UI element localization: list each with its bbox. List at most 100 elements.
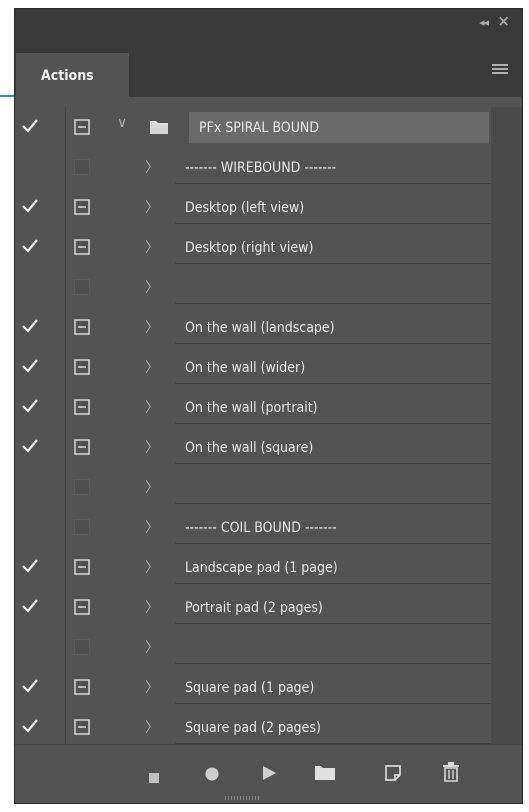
- action-name[interactable]: Landscape pad (1 page): [175, 552, 493, 584]
- tab-actions-label: Actions: [41, 68, 94, 84]
- checkmark-icon[interactable]: [21, 198, 43, 216]
- chevron-right-icon[interactable]: 〉: [145, 277, 159, 297]
- dialog-toggle-empty-box[interactable]: [74, 518, 90, 536]
- checkmark-empty-slot[interactable]: [21, 638, 43, 656]
- dialog-toggle-empty-box[interactable]: [74, 478, 90, 496]
- checkmark-icon[interactable]: [21, 598, 43, 616]
- new-set-folder-icon[interactable]: [314, 765, 336, 785]
- close-icon[interactable]: ×: [497, 12, 510, 30]
- actions-panel: ◂◂ × Actions ∨ PFx SPIRAL BOUND 〉 -------…: [14, 8, 523, 804]
- checkmark-icon[interactable]: [21, 118, 43, 136]
- stop-icon[interactable]: [149, 768, 159, 787]
- action-row[interactable]: 〉: [15, 627, 493, 667]
- checkmark-icon[interactable]: [21, 318, 43, 336]
- action-row[interactable]: 〉: [15, 467, 493, 507]
- dialog-toggle-icon[interactable]: [74, 438, 90, 456]
- action-name[interactable]: Desktop (right view): [175, 232, 493, 264]
- action-name[interactable]: [175, 632, 493, 664]
- dialog-toggle-icon[interactable]: [74, 238, 90, 256]
- column-divider: [65, 427, 66, 467]
- checkmark-empty-slot[interactable]: [21, 518, 43, 536]
- action-name[interactable]: On the wall (square): [175, 432, 493, 464]
- action-row[interactable]: 〉: [15, 267, 493, 307]
- dialog-toggle-icon[interactable]: [74, 358, 90, 376]
- action-row[interactable]: 〉 Square pad (2 pages): [15, 707, 493, 747]
- checkmark-empty-slot[interactable]: [21, 478, 43, 496]
- action-row[interactable]: 〉 Square pad (1 page): [15, 667, 493, 707]
- chevron-right-icon[interactable]: 〉: [145, 237, 159, 257]
- action-name[interactable]: ------- WIREBOUND -------: [175, 152, 493, 184]
- dialog-toggle-icon[interactable]: [74, 118, 90, 136]
- action-row[interactable]: 〉 ------- WIREBOUND -------: [15, 147, 493, 187]
- checkmark-icon[interactable]: [21, 718, 43, 736]
- action-name[interactable]: On the wall (portrait): [175, 392, 493, 424]
- chevron-right-icon[interactable]: 〉: [145, 437, 159, 457]
- action-name[interactable]: Square pad (2 pages): [175, 712, 493, 744]
- chevron-right-icon[interactable]: 〉: [145, 677, 159, 697]
- checkmark-empty-slot[interactable]: [21, 158, 43, 176]
- action-row[interactable]: 〉 Desktop (left view): [15, 187, 493, 227]
- dialog-toggle-empty-box[interactable]: [74, 278, 90, 296]
- action-name[interactable]: [175, 272, 493, 304]
- action-row[interactable]: 〉 On the wall (square): [15, 427, 493, 467]
- chevron-right-icon[interactable]: 〉: [145, 157, 159, 177]
- dialog-toggle-empty-box[interactable]: [74, 638, 90, 656]
- action-row[interactable]: 〉 ------- COIL BOUND -------: [15, 507, 493, 547]
- action-set-row[interactable]: ∨ PFx SPIRAL BOUND: [15, 107, 493, 147]
- action-row[interactable]: 〉 On the wall (wider): [15, 347, 493, 387]
- dialog-toggle-icon[interactable]: [74, 718, 90, 736]
- action-name[interactable]: Portrait pad (2 pages): [175, 592, 493, 624]
- action-row[interactable]: 〉 On the wall (landscape): [15, 307, 493, 347]
- chevron-right-icon[interactable]: 〉: [145, 357, 159, 377]
- chevron-right-icon[interactable]: 〉: [145, 557, 159, 577]
- checkmark-icon[interactable]: [21, 678, 43, 696]
- checkmark-empty-slot[interactable]: [21, 278, 43, 296]
- action-name[interactable]: On the wall (landscape): [175, 312, 493, 344]
- column-divider: [65, 507, 66, 547]
- action-row[interactable]: 〉 Landscape pad (1 page): [15, 547, 493, 587]
- dialog-toggle-icon[interactable]: [74, 678, 90, 696]
- action-row[interactable]: 〉 Desktop (right view): [15, 227, 493, 267]
- trash-icon[interactable]: [442, 762, 460, 786]
- chevron-right-icon[interactable]: 〉: [145, 397, 159, 417]
- dialog-toggle-icon[interactable]: [74, 398, 90, 416]
- checkmark-icon[interactable]: [21, 438, 43, 456]
- column-divider: [65, 187, 66, 227]
- dialog-toggle-empty-box[interactable]: [74, 158, 90, 176]
- column-divider: [65, 347, 66, 387]
- dialog-toggle-icon[interactable]: [74, 558, 90, 576]
- chevron-right-icon[interactable]: 〉: [145, 197, 159, 217]
- action-set-name[interactable]: PFx SPIRAL BOUND: [189, 112, 489, 144]
- action-name[interactable]: ------- COIL BOUND -------: [175, 512, 493, 544]
- chevron-right-icon[interactable]: 〉: [145, 317, 159, 337]
- action-name[interactable]: Desktop (left view): [175, 192, 493, 224]
- action-name[interactable]: Square pad (1 page): [175, 672, 493, 704]
- dialog-toggle-icon[interactable]: [74, 318, 90, 336]
- chevron-right-icon[interactable]: 〉: [145, 597, 159, 617]
- dialog-toggle-icon[interactable]: [74, 598, 90, 616]
- panel-menu-icon[interactable]: [492, 64, 508, 78]
- scrollbar[interactable]: [491, 107, 522, 757]
- checkmark-icon[interactable]: [21, 238, 43, 256]
- checkmark-icon[interactable]: [21, 558, 43, 576]
- action-row[interactable]: 〉 On the wall (portrait): [15, 387, 493, 427]
- double-chevron-left-icon[interactable]: ◂◂: [479, 16, 489, 29]
- chevron-right-icon[interactable]: 〉: [145, 477, 159, 497]
- resize-grip[interactable]: [225, 796, 261, 800]
- play-icon[interactable]: [261, 765, 277, 785]
- column-divider: [65, 107, 66, 147]
- dialog-toggle-icon[interactable]: [74, 198, 90, 216]
- action-name[interactable]: [175, 472, 493, 504]
- chevron-down-icon[interactable]: ∨: [117, 115, 127, 131]
- action-name[interactable]: On the wall (wider): [175, 352, 493, 384]
- record-icon[interactable]: [205, 766, 219, 785]
- panel-tab-bar: Actions: [15, 39, 522, 97]
- new-action-icon[interactable]: [384, 764, 402, 786]
- action-row[interactable]: 〉 Portrait pad (2 pages): [15, 587, 493, 627]
- chevron-right-icon[interactable]: 〉: [145, 517, 159, 537]
- checkmark-icon[interactable]: [21, 398, 43, 416]
- chevron-right-icon[interactable]: 〉: [145, 717, 159, 737]
- chevron-right-icon[interactable]: 〉: [145, 637, 159, 657]
- checkmark-icon[interactable]: [21, 358, 43, 376]
- tab-actions[interactable]: Actions: [16, 53, 129, 97]
